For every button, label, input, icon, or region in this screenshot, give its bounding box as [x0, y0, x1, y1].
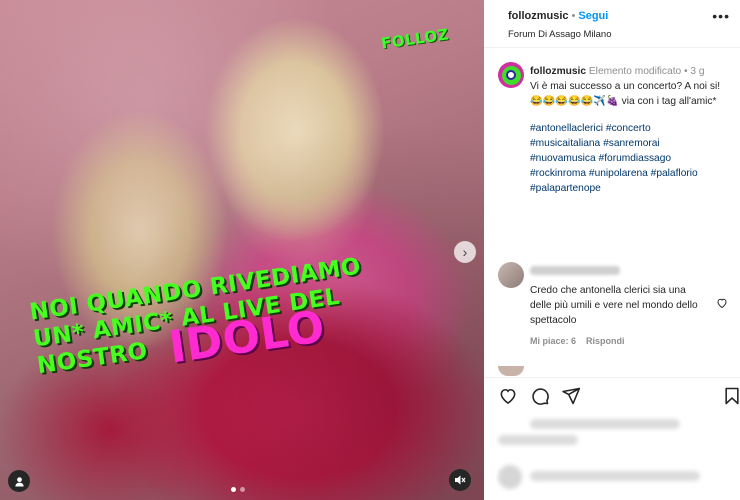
share-button[interactable] [561, 386, 581, 406]
bookmark-icon [725, 387, 739, 405]
location-link[interactable]: Forum Di Assago Milano [508, 29, 611, 40]
hashtag-link[interactable]: #palapartenope [530, 183, 601, 194]
eye-icon [506, 70, 516, 80]
speaker-muted-icon [455, 475, 466, 485]
post-sidebar: follozmusic • Segui Forum Di Assago Milano… [484, 0, 740, 500]
caption-text: follozmusic Elemento modificato • 3 g Vi… [530, 64, 730, 196]
post-media[interactable]: FOLLOZ NOI QUANDO RIVEDIAMO UN* AMIC* AL… [0, 0, 484, 500]
comment-avatar[interactable] [498, 262, 524, 288]
comment-like-button[interactable] [716, 297, 728, 312]
blurred-line [530, 471, 700, 481]
carousel-dot [240, 487, 245, 492]
blurred-line [498, 435, 578, 445]
comment-username-blurred [530, 266, 620, 275]
save-button[interactable] [722, 386, 740, 406]
comment-avatar[interactable] [498, 366, 524, 376]
comment-button[interactable] [530, 386, 550, 406]
hashtag-link[interactable]: #palaflorio [651, 168, 698, 179]
heart-icon [500, 388, 516, 405]
hashtag-link[interactable]: #forumdiassago [599, 153, 672, 164]
carousel-dot [231, 487, 236, 492]
header-separator: • [571, 10, 576, 22]
caption-line-1: Vi è mai successo a un concerto? A noi s… [530, 81, 721, 92]
follow-button[interactable]: Segui [578, 10, 608, 22]
hashtag-link[interactable]: #musicaitaliana [530, 138, 600, 149]
reply-button[interactable]: Rispondi [586, 336, 625, 346]
caption-username[interactable]: follozmusic [530, 66, 586, 77]
heart-icon [717, 298, 727, 309]
comment-text: Credo che antonella clerici sia una dell… [530, 285, 698, 326]
hashtag-link[interactable]: #antonellaclerici [530, 123, 603, 134]
hashtag-link[interactable]: #nuovamusica [530, 153, 596, 164]
speech-bubble-icon [532, 388, 549, 405]
blurred-avatar [498, 465, 522, 489]
caption-emoji-line: 😂😂😂😂😂✈️🍇 via con i tag all'amic* [530, 96, 717, 107]
hashtag-link[interactable]: #concerto [606, 123, 651, 134]
hashtag-link[interactable]: #rockinroma [530, 168, 586, 179]
header-line: follozmusic • Segui [508, 10, 608, 22]
paper-plane-icon [562, 387, 581, 405]
blurred-line [530, 419, 680, 429]
chevron-right-icon: › [462, 244, 468, 260]
avatar-logo-icon [501, 65, 521, 85]
header-username[interactable]: follozmusic [508, 10, 569, 22]
more-options-button[interactable]: ••• [712, 8, 730, 24]
user-icon [14, 476, 24, 487]
hashtag-link[interactable]: #unipolarena [589, 168, 648, 179]
caption-meta: Elemento modificato • 3 g [588, 66, 705, 77]
post-actions [484, 377, 740, 413]
blurred-footer [484, 413, 740, 500]
like-button[interactable] [498, 386, 518, 406]
next-slide-button[interactable]: › [454, 241, 476, 263]
tagged-users-button[interactable] [8, 470, 30, 492]
comment-meta: Mi piace: 6 Rispondi [530, 336, 635, 346]
post-header: follozmusic • Segui Forum Di Assago Milano… [484, 0, 740, 48]
hashtag-link[interactable]: #sanremorai [603, 138, 660, 149]
hashtag-list: #antonellaclerici #concerto #musicaitali… [530, 121, 730, 196]
comment-likes[interactable]: Mi piace: 6 [530, 336, 576, 346]
avatar[interactable] [498, 62, 524, 88]
mute-button[interactable] [449, 469, 471, 491]
media-image [0, 0, 484, 500]
carousel-indicator [231, 487, 245, 492]
